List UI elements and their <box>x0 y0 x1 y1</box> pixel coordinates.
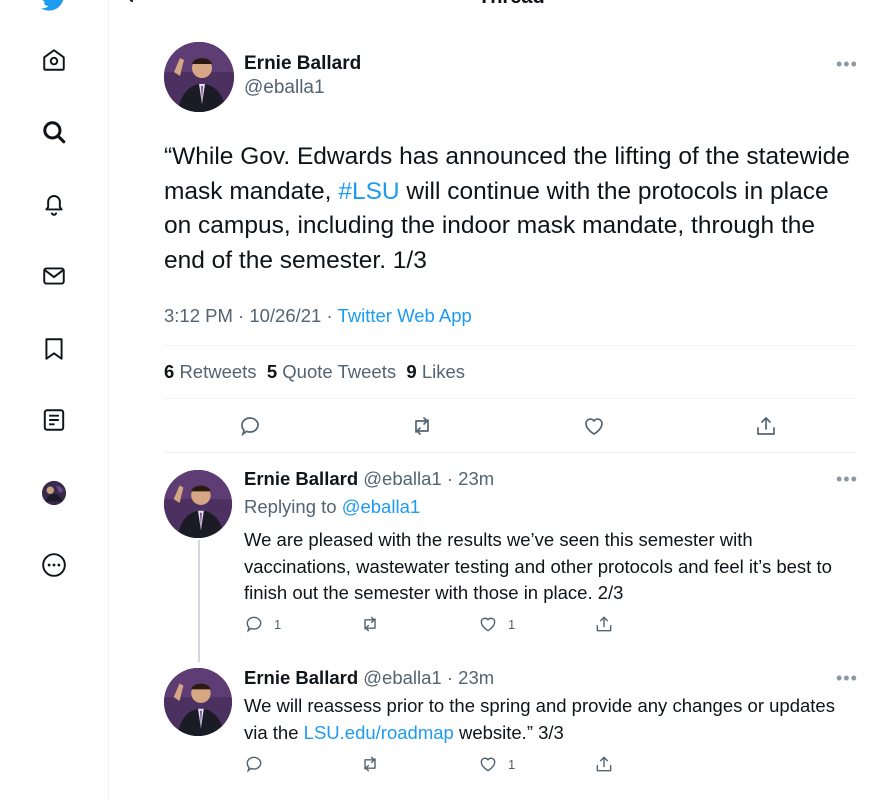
messages-icon[interactable] <box>38 260 70 292</box>
retweets-stat[interactable]: 6 Retweets <box>164 361 257 382</box>
retweet-icon <box>364 756 376 772</box>
reply-button[interactable] <box>244 754 264 774</box>
reply-icon <box>246 756 262 773</box>
author-handle-time[interactable]: @eballa1 · 23m <box>363 468 494 489</box>
avatar[interactable] <box>164 668 232 736</box>
heart-icon <box>480 617 496 632</box>
share-button[interactable] <box>594 614 614 634</box>
roadmap-link[interactable]: LSU.edu/roadmap <box>304 722 454 743</box>
more-options-icon[interactable]: ••• <box>836 54 858 75</box>
tweet-text: “While Gov. Edwards has announced the li… <box>164 140 854 278</box>
reply-text: We are pleased with the results we’ve se… <box>244 529 832 603</box>
share-button[interactable] <box>754 414 778 438</box>
avatar[interactable] <box>164 42 234 112</box>
avatar[interactable] <box>164 470 232 538</box>
more-icon[interactable] <box>38 549 70 581</box>
like-button[interactable]: 1 <box>478 614 515 634</box>
divider <box>164 398 856 399</box>
reply-header: Ernie Ballard @eballa1 · 23m <box>244 468 494 490</box>
reply-icon <box>241 417 259 437</box>
share-button[interactable] <box>594 754 614 774</box>
like-count: 1 <box>508 616 516 632</box>
like-button[interactable] <box>582 414 606 438</box>
share-icon <box>757 417 775 435</box>
more-options-icon[interactable]: ••• <box>836 469 858 490</box>
lists-icon[interactable] <box>38 404 70 436</box>
thread-connector-line <box>198 540 200 662</box>
replying-to-link[interactable]: @eballa1 <box>342 496 420 517</box>
reply-text-part: website.” 3/3 <box>453 721 564 743</box>
profile-icon[interactable] <box>38 477 70 509</box>
twitter-logo-icon[interactable] <box>38 0 70 16</box>
reply-header: Ernie Ballard @eballa1 · 23m <box>244 667 494 689</box>
like-count: 1 <box>508 756 516 772</box>
source-link[interactable]: Twitter Web App <box>337 305 471 326</box>
heart-icon <box>480 757 496 772</box>
reply-count: 1 <box>274 616 282 632</box>
explore-icon[interactable] <box>38 116 70 148</box>
author-name[interactable]: Ernie Ballard <box>244 468 358 489</box>
share-icon <box>596 616 612 632</box>
reply-button[interactable]: 1 <box>244 614 281 634</box>
retweet-button[interactable] <box>410 414 434 438</box>
more-options-icon[interactable]: ••• <box>836 668 858 689</box>
author-name[interactable]: Ernie Ballard <box>244 53 361 75</box>
retweet-icon <box>364 616 376 632</box>
page-title: Thread <box>478 0 545 9</box>
bookmarks-icon[interactable] <box>38 333 70 365</box>
back-arrow-icon[interactable] <box>118 0 142 6</box>
reply-icon <box>246 616 262 633</box>
likes-stat[interactable]: 9 Likes <box>406 361 465 382</box>
retweet-button[interactable] <box>360 614 380 634</box>
share-icon <box>596 756 612 772</box>
quote-tweets-stat[interactable]: 5 Quote Tweets <box>267 361 396 382</box>
hashtag-link[interactable]: #LSU <box>338 178 399 205</box>
retweet-icon <box>415 417 429 435</box>
divider <box>164 452 856 453</box>
retweet-button[interactable] <box>360 754 380 774</box>
author-name[interactable]: Ernie Ballard <box>244 667 358 688</box>
author-handle-time[interactable]: @eballa1 · 23m <box>363 667 494 688</box>
tweet-timestamp: 3:12 PM · 10/26/21 · Twitter Web App <box>164 305 472 327</box>
timestamp[interactable]: 3:12 PM · 10/26/21 · <box>164 305 337 326</box>
tweet-stats: 6 Retweets 5 Quote Tweets 9 Likes <box>164 361 465 383</box>
home-icon[interactable] <box>38 44 70 76</box>
notifications-icon[interactable] <box>38 188 70 220</box>
replying-to-label: Replying to <box>244 496 342 517</box>
like-button[interactable]: 1 <box>478 754 515 774</box>
author-handle[interactable]: @eballa1 <box>244 77 325 99</box>
reply-button[interactable] <box>238 414 262 438</box>
divider <box>164 345 856 346</box>
sidebar-nav <box>0 0 109 800</box>
heart-icon <box>585 418 603 435</box>
reply-text: We will reassess prior to the spring and… <box>244 693 856 746</box>
replying-to: Replying to @eballa1 <box>244 496 420 518</box>
